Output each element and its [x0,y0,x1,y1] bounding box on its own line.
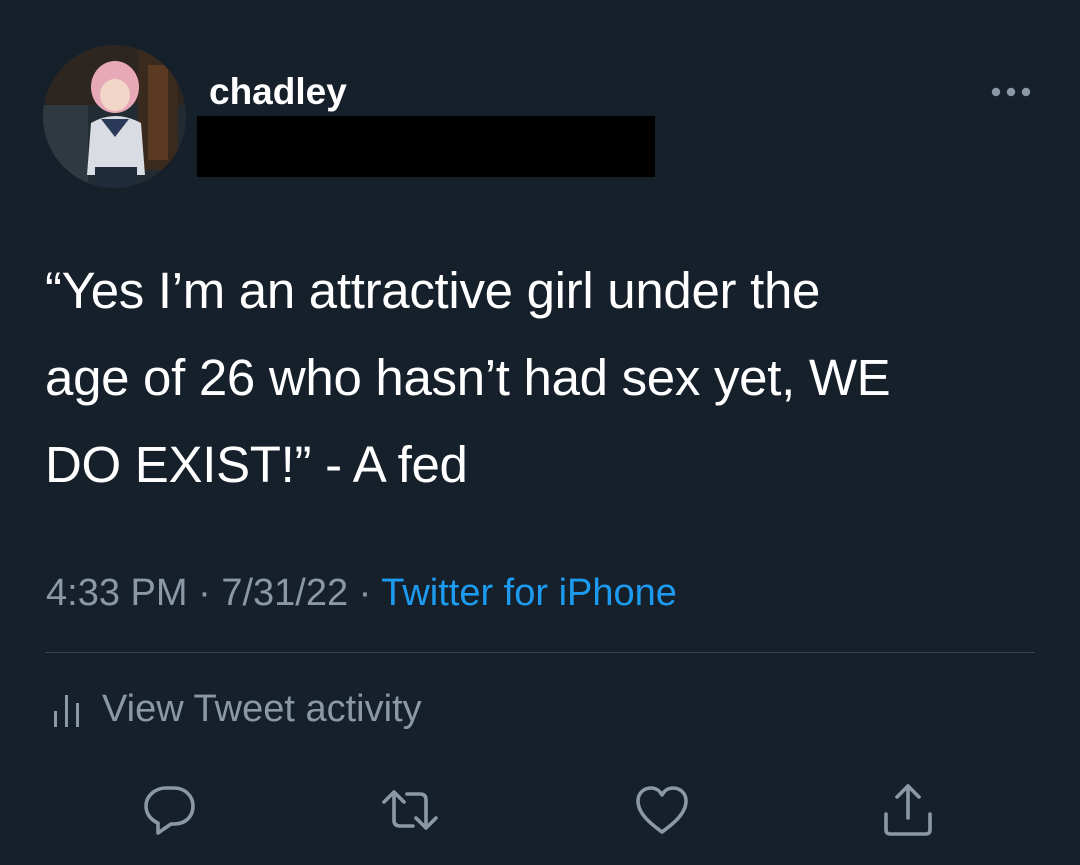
share-upload-icon [884,784,932,836]
tweet-meta: 4:33 PM · 7/31/22 · Twitter for iPhone [46,570,677,616]
tweet-text-line: “Yes I’m an attractive girl under the [45,262,821,319]
meta-separator: · [358,572,372,614]
avatar[interactable] [43,45,186,188]
bar-chart-icon [54,695,79,727]
retweet-button[interactable] [380,780,440,840]
retweet-arrows-icon [382,790,438,830]
tweet-time: 4:33 PM [46,572,188,614]
tweet-date: 7/31/22 [221,572,349,614]
meta-separator: · [198,572,211,614]
speech-bubble-icon [144,786,195,835]
tweet-source-link[interactable]: Twitter for iPhone [381,572,677,614]
tweet-text-line: age of 26 who hasn’t had sex yet, WE [45,349,891,406]
heart-icon [636,786,688,834]
author-display-name[interactable]: chadley [209,70,347,114]
reply-button[interactable] [140,780,200,840]
tweet-text-line: DO EXIST!” - A fed [45,436,468,493]
view-tweet-activity-label: View Tweet activity [102,687,422,730]
more-options-icon[interactable] [990,82,1032,102]
divider [45,652,1035,653]
like-button[interactable] [632,780,692,840]
redacted-handle [197,116,655,177]
avatar-image [43,45,186,188]
share-button[interactable] [878,780,938,840]
tweet-text: “Yes I’m an attractive girl under the ag… [45,247,1035,508]
view-tweet-activity-button[interactable]: View Tweet activity [50,684,422,734]
